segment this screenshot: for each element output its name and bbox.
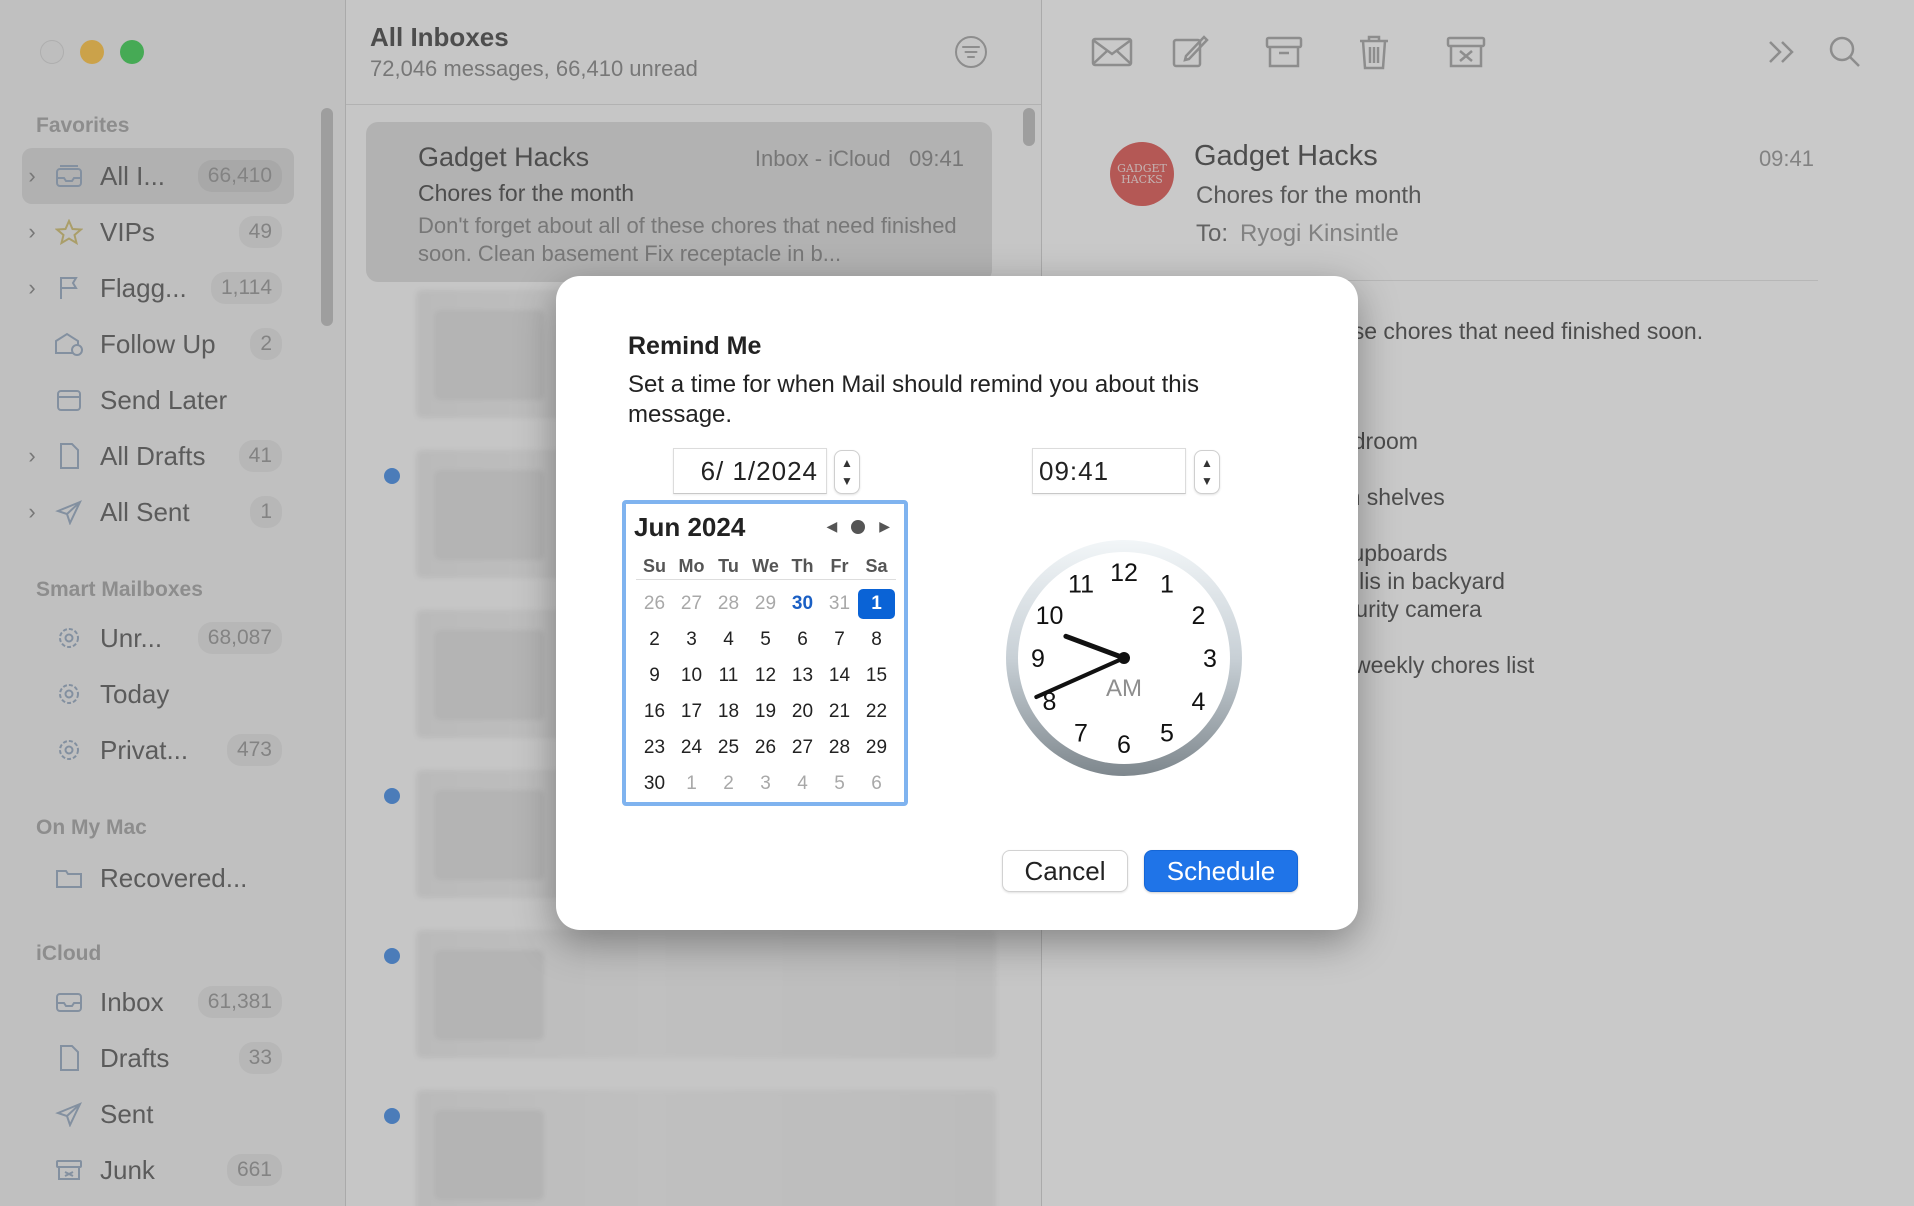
- calendar-day[interactable]: 29: [858, 733, 895, 763]
- calendar-day[interactable]: 20: [784, 697, 821, 727]
- clock-numeral: 3: [1203, 645, 1217, 673]
- calendar-day[interactable]: 26: [636, 589, 673, 619]
- cancel-button[interactable]: Cancel: [1002, 850, 1128, 892]
- calendar-day[interactable]: 12: [747, 661, 784, 691]
- calendar-day[interactable]: 29: [747, 589, 784, 619]
- calendar-day[interactable]: 14: [821, 661, 858, 691]
- weekday-label: Tu: [718, 555, 739, 576]
- time-stepper[interactable]: ▲ ▼: [1194, 450, 1220, 494]
- calendar-day[interactable]: 22: [858, 697, 895, 727]
- weekday-label: Sa: [865, 555, 888, 576]
- calendar-day[interactable]: 25: [710, 733, 747, 763]
- calendar-day[interactable]: 3: [673, 625, 710, 655]
- calendar-day[interactable]: 28: [710, 589, 747, 619]
- calendar-day[interactable]: 27: [784, 733, 821, 763]
- calendar-day[interactable]: 11: [710, 661, 747, 691]
- clock-numeral: 7: [1074, 720, 1088, 748]
- clock-center-pin: [1118, 652, 1130, 664]
- calendar-day[interactable]: 15: [858, 661, 895, 691]
- clock-numeral: 5: [1160, 720, 1174, 748]
- weekday-label: Fr: [830, 555, 849, 576]
- calendar-day[interactable]: 5: [821, 769, 858, 799]
- today-dot-icon[interactable]: [851, 519, 866, 534]
- calendar-week-row: 2345678: [636, 622, 896, 658]
- clock-numeral: 1: [1160, 571, 1174, 599]
- stepper-up-icon[interactable]: ▲: [841, 454, 853, 472]
- weekday-label: We: [752, 555, 779, 576]
- calendar-week-row: 16 17 18 19 20 21 22: [636, 694, 896, 730]
- calendar-day[interactable]: 17: [673, 697, 710, 727]
- calendar-day[interactable]: 31: [821, 589, 858, 619]
- stepper-down-icon[interactable]: ▼: [841, 472, 853, 490]
- calendar-week-row: 26 27 28 29 30 31 1: [636, 586, 896, 622]
- calendar-day[interactable]: 9: [636, 661, 673, 691]
- dialog-message: Set a time for when Mail should remind y…: [628, 371, 1199, 428]
- calendar-day[interactable]: 27: [673, 589, 710, 619]
- clock-period-label: AM: [1106, 675, 1142, 702]
- calendar-week-row: 9 10 11 12 13 14 15: [636, 658, 896, 694]
- calendar-day[interactable]: 6: [858, 769, 895, 799]
- calendar-day[interactable]: 24: [673, 733, 710, 763]
- clock-numeral: 6: [1117, 731, 1131, 759]
- calendar-day[interactable]: 1: [673, 769, 710, 799]
- calendar-day[interactable]: 5: [747, 625, 784, 655]
- calendar-day[interactable]: 10: [673, 661, 710, 691]
- calendar-week-row: 30 1 2 3 4 5 6: [636, 766, 896, 802]
- calendar-day-selected[interactable]: 1: [858, 589, 895, 619]
- calendar-day[interactable]: 19: [747, 697, 784, 727]
- calendar-day[interactable]: 3: [747, 769, 784, 799]
- calendar-month-label: Jun 2024: [634, 512, 746, 542]
- calendar-day[interactable]: 7: [821, 625, 858, 655]
- calendar-day[interactable]: 8: [858, 625, 895, 655]
- next-month-icon[interactable]: ▶: [879, 518, 890, 535]
- calendar-week-row: 23 24 25 26 27 28 29: [636, 730, 896, 766]
- clock-numeral: 4: [1192, 688, 1206, 716]
- previous-month-icon[interactable]: ◀: [826, 518, 837, 535]
- calendar-day[interactable]: 4: [710, 625, 747, 655]
- clock-numeral: 2: [1192, 602, 1206, 630]
- calendar-navigation: ◀ ▶: [826, 518, 890, 535]
- calendar-day[interactable]: 28: [821, 733, 858, 763]
- time-field[interactable]: 09:41: [1032, 448, 1186, 494]
- schedule-button[interactable]: Schedule: [1144, 850, 1298, 892]
- clock-numeral: 12: [1110, 559, 1138, 587]
- calendar-day-today[interactable]: 30: [784, 589, 821, 619]
- weekday-header: Su Mo Tu We Th Fr Sa: [636, 552, 896, 580]
- remind-me-dialog: Remind Me Set a time for when Mail shoul…: [556, 276, 1358, 930]
- calendar-day[interactable]: 26: [747, 733, 784, 763]
- analog-clock[interactable]: 12 1234567891011 AM: [1004, 538, 1244, 778]
- weekday-label: Mo: [678, 555, 705, 576]
- calendar-day[interactable]: 21: [821, 697, 858, 727]
- date-stepper[interactable]: ▲ ▼: [834, 450, 860, 494]
- calendar-day[interactable]: 18: [710, 697, 747, 727]
- calendar-day[interactable]: 6: [784, 625, 821, 655]
- calendar-day[interactable]: 2: [636, 625, 673, 655]
- calendar-day[interactable]: 30: [636, 769, 673, 799]
- calendar-day[interactable]: 4: [784, 769, 821, 799]
- stepper-up-icon[interactable]: ▲: [1201, 454, 1213, 472]
- clock-numeral: 10: [1036, 602, 1064, 630]
- clock-numeral: 9: [1031, 645, 1045, 673]
- date-field[interactable]: 6/ 1/2024: [673, 448, 827, 494]
- weekday-label: Th: [791, 555, 814, 576]
- dialog-title: Remind Me: [628, 332, 762, 360]
- calendar-day[interactable]: 13: [784, 661, 821, 691]
- calendar-grid: Su Mo Tu We Th Fr Sa 26 27 28 29 30 31 1 2 3 4 5 6 7…: [636, 552, 896, 802]
- stepper-down-icon[interactable]: ▼: [1201, 472, 1213, 490]
- calendar-day[interactable]: 23: [636, 733, 673, 763]
- calendar-day[interactable]: 16: [636, 697, 673, 727]
- clock-numeral: 11: [1068, 571, 1094, 599]
- calendar-day[interactable]: 2: [710, 769, 747, 799]
- date-picker-calendar[interactable]: Jun 2024 ◀ ▶ Su Mo Tu We Th Fr Sa 26 27 28…: [622, 500, 908, 806]
- weekday-label: Su: [642, 555, 666, 576]
